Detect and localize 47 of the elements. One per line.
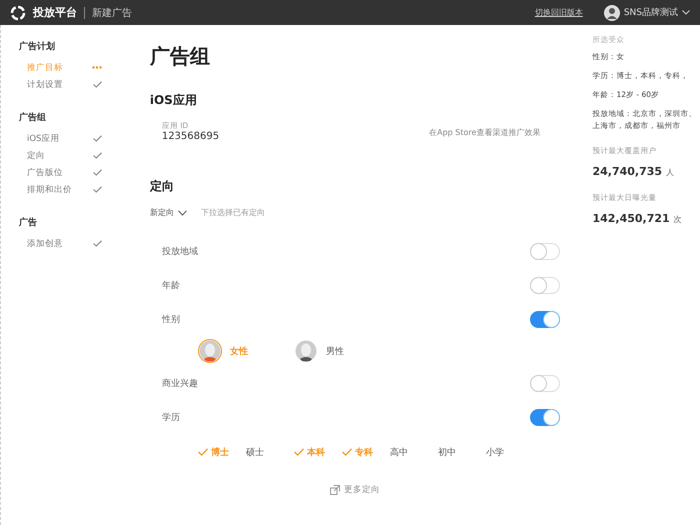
check-icon — [294, 448, 304, 456]
preset-dropdown[interactable]: 新定向 — [150, 207, 187, 218]
sidebar-item[interactable]: 广告版位 — [19, 164, 114, 181]
user-menu[interactable]: SNS品牌测试 — [604, 4, 690, 20]
sidebar-heading: 广告计划 — [19, 40, 56, 53]
stat-value: 142,450,721 — [592, 212, 670, 225]
option-label: 年龄 — [162, 280, 180, 292]
option-label: 学历 — [162, 412, 180, 424]
option-label: 商业兴趣 — [162, 378, 198, 390]
page-title: 新建广告 — [92, 6, 132, 20]
sidebar-item[interactable]: 添加创意 — [19, 235, 114, 252]
chevron-down-icon — [178, 210, 187, 216]
brand-name: 投放平台 — [33, 5, 77, 20]
toggle-switch[interactable] — [530, 310, 560, 328]
stat-value: 24,740,735 — [592, 165, 662, 178]
check-icon — [342, 448, 352, 456]
app-id-value: 123568695 — [162, 131, 220, 142]
education-option[interactable]: 硕士 — [246, 446, 294, 458]
check-icon — [198, 448, 208, 456]
old-version-link[interactable]: 切换回旧版本 — [534, 7, 583, 18]
sidebar-item[interactable]: 定向 — [19, 147, 114, 164]
stat-unit: 次 — [674, 215, 682, 224]
person-avatar-icon — [198, 339, 222, 363]
caret-icon — [682, 10, 690, 15]
gender-option[interactable]: 男性 — [294, 339, 344, 363]
sidebar-heading: 广告组 — [19, 111, 47, 124]
hint-text: 下拉选择已有定向 — [200, 207, 265, 218]
education-option[interactable]: 高中 — [390, 446, 438, 458]
section-heading: iOS应用 — [150, 92, 198, 109]
toggle-switch[interactable] — [530, 408, 560, 426]
expand-icon — [330, 485, 340, 495]
section-heading: 定向 — [150, 178, 175, 195]
sidebar-item[interactable]: iOS应用 — [19, 130, 114, 147]
option-label: 投放地域 — [162, 246, 198, 258]
avatar-icon — [604, 4, 620, 20]
person-avatar-icon — [294, 339, 318, 363]
stat-unit: 人 — [666, 168, 674, 177]
sidebar-item[interactable]: 计划设置 — [19, 76, 114, 93]
logo-icon — [10, 4, 26, 20]
page-heading: 广告组 — [150, 43, 211, 70]
sidebar-heading: 广告 — [19, 216, 38, 229]
education-option[interactable]: 初中 — [438, 446, 486, 458]
app-store-link[interactable]: 在App Store查看渠道推广效果 — [429, 127, 540, 138]
more-targeting-link[interactable]: 更多定向 — [150, 484, 560, 496]
option-label: 性别 — [162, 314, 180, 326]
education-option[interactable]: 小学 — [486, 446, 534, 458]
sidebar-item[interactable]: 排期和出价 — [19, 181, 114, 198]
